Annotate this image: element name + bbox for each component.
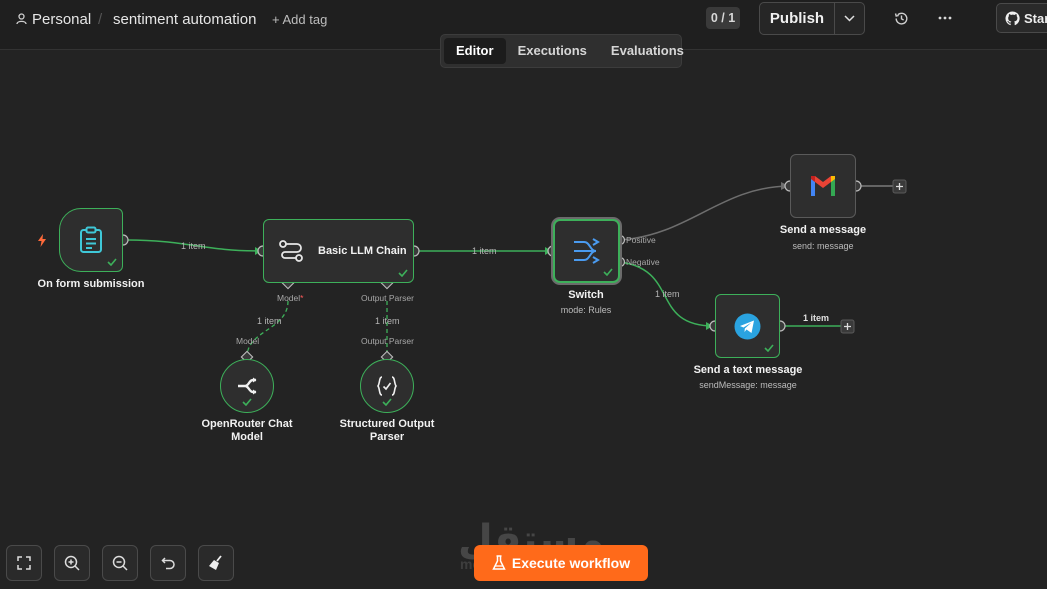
node-title-llm: Basic LLM Chain	[318, 245, 407, 257]
node-title-gmail: Send a message	[779, 224, 867, 236]
port-label-openrouter: Model	[236, 336, 260, 346]
add-node-after-gmail[interactable]	[892, 179, 907, 194]
edge-label-parser: 1 item	[375, 316, 400, 326]
success-check-icon	[242, 398, 252, 406]
tidy-up-button[interactable]	[198, 545, 234, 581]
telegram-icon	[734, 313, 761, 339]
node-switch[interactable]	[553, 219, 620, 283]
node-subtitle-gmail: send: message	[792, 241, 854, 251]
node-send-a-text-message[interactable]	[715, 294, 780, 358]
node-structured-output-parser[interactable]	[360, 359, 414, 413]
node-subtitle-telegram: sendMessage: message	[699, 380, 797, 390]
add-node-after-telegram[interactable]	[840, 319, 855, 334]
connection-model[interactable]	[246, 300, 289, 358]
node-on-form-submission[interactable]	[59, 208, 123, 272]
output-label-negative: Negative	[626, 257, 660, 267]
undo-icon	[160, 556, 175, 569]
edge-label-trigger-llm: 1 item	[181, 241, 206, 251]
zoom-in-icon	[64, 555, 80, 571]
node-title-telegram: Send a text message	[693, 364, 803, 376]
success-check-icon	[382, 398, 392, 406]
edge-label-llm-switch: 1 item	[472, 246, 497, 256]
zoom-in-button[interactable]	[54, 545, 90, 581]
node-send-a-message[interactable]	[790, 154, 856, 218]
code-braces-icon	[377, 376, 397, 396]
openrouter-icon	[238, 377, 257, 395]
node-title-switch: Switch	[568, 289, 604, 301]
port-label-output-parser: Output Parser	[361, 293, 414, 303]
success-check-icon	[764, 344, 774, 352]
success-check-icon	[107, 258, 117, 266]
chain-icon	[279, 240, 303, 262]
workflow-canvas[interactable]	[0, 0, 1047, 589]
node-basic-llm-chain[interactable]: Basic LLM Chain	[263, 219, 414, 283]
port-label-model: Model*	[277, 293, 304, 303]
port-label-parser: Output Parser	[361, 336, 414, 346]
node-title-parser: Structured Output Parser	[339, 418, 435, 443]
reset-zoom-button[interactable]	[150, 545, 186, 581]
node-title-trigger: On form submission	[37, 278, 145, 290]
fit-view-icon	[17, 556, 31, 570]
edge-label-switch-telegram: 1 item	[655, 289, 680, 299]
gmail-icon	[811, 176, 835, 196]
output-label-positive: Positive	[626, 235, 656, 245]
zoom-out-icon	[112, 555, 128, 571]
lightning-icon	[38, 234, 46, 247]
node-title-openrouter: OpenRouter Chat Model	[201, 418, 293, 443]
zoom-out-button[interactable]	[102, 545, 138, 581]
node-openrouter-chat-model[interactable]	[220, 359, 274, 413]
success-check-icon	[603, 268, 613, 276]
switch-icon	[573, 238, 600, 264]
edge-label-model: 1 item	[257, 316, 282, 326]
fit-view-button[interactable]	[6, 545, 42, 581]
flask-icon	[492, 555, 506, 570]
clipboard-icon	[80, 226, 102, 253]
edge-label-telegram-out: 1 item	[803, 313, 830, 323]
execute-workflow-label: Execute workflow	[511, 555, 631, 571]
broom-icon	[209, 555, 222, 570]
execute-workflow-button[interactable]: Execute workflow	[474, 545, 648, 581]
node-subtitle-switch: mode: Rules	[560, 305, 612, 315]
success-check-icon	[398, 269, 408, 277]
